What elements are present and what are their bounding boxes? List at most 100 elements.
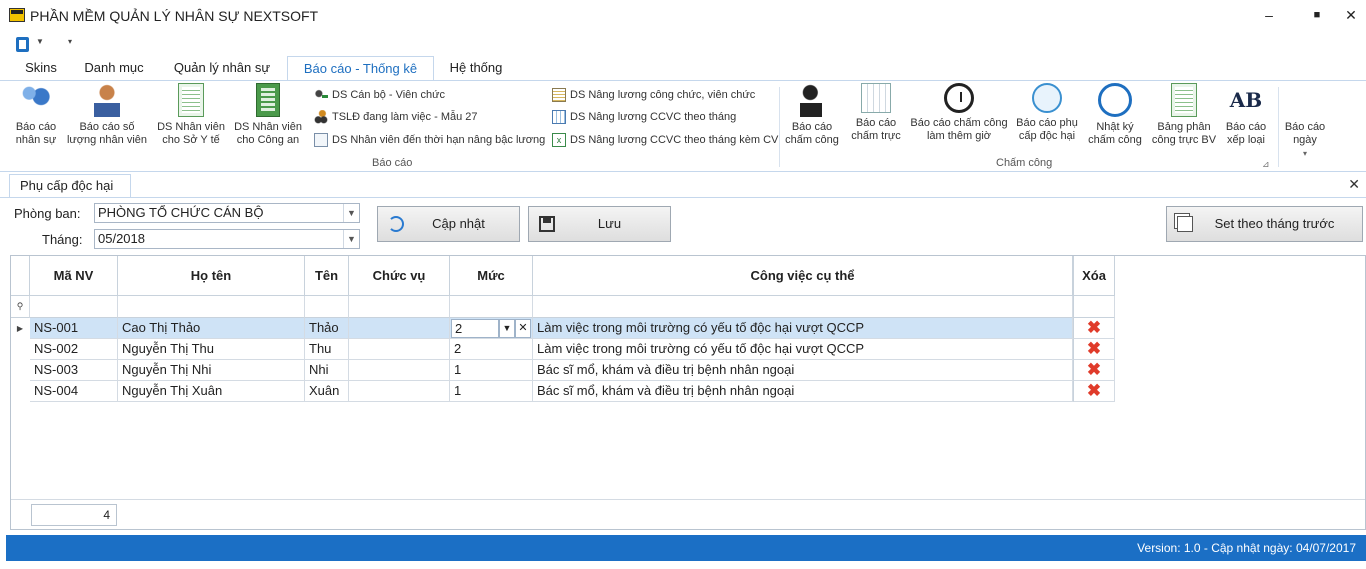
- tab-danh-muc[interactable]: Danh mục: [76, 56, 152, 80]
- ds-nhan-vien-so-y-te-button[interactable]: DS Nhân viên cho Sở Y tế: [154, 83, 228, 147]
- ds-nang-bac-luong-button[interactable]: DS Nhân viên đến thời hạn nâng bậc lương: [314, 131, 545, 149]
- close-document-icon[interactable]: ✕: [1348, 176, 1360, 193]
- filter-cong-viec[interactable]: [533, 296, 1073, 318]
- delete-row-icon[interactable]: ✖: [1073, 381, 1115, 402]
- update-button[interactable]: Cập nhật: [377, 206, 520, 242]
- bang-phan-cong-truc-button[interactable]: Bảng phân công trực BV: [1150, 83, 1218, 147]
- delete-row-icon[interactable]: ✖: [1073, 360, 1115, 381]
- department-label: Phòng ban:: [14, 206, 81, 221]
- department-combo[interactable]: PHÒNG TỔ CHỨC CÁN BỘ ▼: [94, 203, 360, 223]
- column-header-muc[interactable]: Mức: [450, 256, 533, 296]
- bao-cao-so-luong-nhan-vien-button[interactable]: Báo cáo số lượng nhân viên: [66, 83, 148, 147]
- cell-ma-nv[interactable]: NS-004: [30, 381, 118, 402]
- bao-cao-xep-loai-button[interactable]: AB Báo cáo xếp loại: [1222, 83, 1270, 147]
- cell-ten[interactable]: Nhi: [305, 360, 349, 381]
- workforce-icon: [314, 110, 328, 125]
- chevron-down-icon[interactable]: ▼: [343, 230, 359, 248]
- document-tab-phu-cap-doc-hai[interactable]: Phụ cấp độc hại: [9, 174, 131, 198]
- cell-ho-ten[interactable]: Cao Thị Thảo: [118, 318, 305, 339]
- cell-muc[interactable]: 1: [450, 360, 533, 381]
- column-header-cong-viec[interactable]: Công việc cụ thể: [533, 256, 1073, 296]
- filter-chuc-vu[interactable]: [349, 296, 450, 318]
- ds-nang-luong-cong-chuc-button[interactable]: DS Nâng lương công chức, viên chức: [552, 86, 755, 104]
- refresh-icon: [388, 216, 404, 232]
- month-value: 05/2018: [98, 231, 145, 246]
- bao-cao-nhan-su-button[interactable]: Báo cáo nhân sự: [10, 83, 62, 147]
- ds-nhan-vien-cong-an-button[interactable]: DS Nhân viên cho Công an: [232, 83, 304, 147]
- cell-chuc-vu[interactable]: [349, 381, 450, 402]
- set-previous-month-button[interactable]: Set theo tháng trước: [1166, 206, 1363, 242]
- filter-ten[interactable]: [305, 296, 349, 318]
- filter-ma-nv[interactable]: [30, 296, 118, 318]
- floppy-disk-icon: [539, 216, 555, 232]
- minimize-button[interactable]: –: [1254, 4, 1284, 26]
- tab-quan-ly-nhan-su[interactable]: Quản lý nhân sự: [162, 56, 282, 80]
- cell-ma-nv[interactable]: NS-001: [30, 318, 118, 339]
- filter-muc[interactable]: [450, 296, 533, 318]
- app-menu-dropdown-icon[interactable]: ▼: [36, 37, 44, 46]
- bao-cao-lam-them-gio-button[interactable]: Báo cáo chấm công làm thêm giờ: [908, 83, 1010, 143]
- delete-row-icon[interactable]: ✖: [1073, 318, 1115, 339]
- cell-ten[interactable]: Thu: [305, 339, 349, 360]
- bao-cao-phu-cap-doc-hai-button[interactable]: Báo cáo phụ cấp độc hại: [1014, 83, 1080, 143]
- ds-can-bo-vien-chuc-button[interactable]: DS Cán bộ - Viên chức: [314, 86, 445, 104]
- dropdown-arrow-icon: ▾: [1302, 149, 1307, 158]
- cell-ho-ten[interactable]: Nguyễn Thị Xuân: [118, 381, 305, 402]
- cell-chuc-vu[interactable]: [349, 360, 450, 381]
- chevron-down-icon[interactable]: ▼: [343, 204, 359, 222]
- column-header-xoa[interactable]: Xóa: [1073, 256, 1115, 296]
- tab-bao-cao-thong-ke[interactable]: Báo cáo - Thống kê: [287, 56, 434, 81]
- grid-footer-divider: [11, 499, 1365, 500]
- bao-cao-cham-truc-button[interactable]: Báo cáo chấm trực: [848, 83, 904, 143]
- cell-chuc-vu[interactable]: [349, 339, 450, 360]
- copy-icon: [1177, 216, 1193, 232]
- filter-xoa: [1073, 296, 1115, 318]
- column-header-ma-nv[interactable]: Mã NV: [30, 256, 118, 296]
- tab-he-thong[interactable]: Hệ thống: [440, 56, 512, 80]
- cell-muc[interactable]: 2: [450, 339, 533, 360]
- ribbon-panel: Báo cáo nhân sự Báo cáo số lượng nhân vi…: [0, 80, 1366, 172]
- department-value: PHÒNG TỔ CHỨC CÁN BỘ: [98, 205, 264, 220]
- cell-ho-ten[interactable]: Nguyễn Thị Nhi: [118, 360, 305, 381]
- column-header-ho-ten[interactable]: Họ tên: [118, 256, 305, 296]
- cell-cong-viec[interactable]: Bác sĩ mổ, khám và điều trị bệnh nhân ng…: [533, 360, 1073, 381]
- column-header-ten[interactable]: Tên: [305, 256, 349, 296]
- month-combo[interactable]: 05/2018 ▼: [94, 229, 360, 249]
- level-editor-input[interactable]: 2: [451, 319, 499, 338]
- ds-nang-luong-theo-thang-button[interactable]: DS Nâng lương CCVC theo tháng: [552, 108, 736, 126]
- ds-nang-luong-kem-cv-button[interactable]: x DS Nâng lương CCVC theo tháng kèm CV: [552, 131, 778, 149]
- cell-ho-ten[interactable]: Nguyễn Thị Thu: [118, 339, 305, 360]
- document-tab-divider: [0, 197, 1366, 198]
- bao-cao-cham-cong-button[interactable]: Báo cáo chấm công: [784, 83, 840, 147]
- app-menu-icon[interactable]: [16, 37, 29, 52]
- row-indicator-icon: ▶: [16, 324, 24, 333]
- cell-ten[interactable]: Xuân: [305, 381, 349, 402]
- chevron-down-icon[interactable]: ▼: [499, 319, 515, 338]
- save-button[interactable]: Lưu: [528, 206, 671, 242]
- tab-skins[interactable]: Skins: [16, 56, 66, 80]
- maximize-button[interactable]: ■: [1302, 4, 1332, 26]
- cell-ten[interactable]: Thảo: [305, 318, 349, 339]
- close-button[interactable]: ✕: [1336, 4, 1366, 26]
- tsld-mau-27-button[interactable]: TSLĐ đang làm việc - Mẫu 27: [314, 108, 478, 126]
- cell-cong-viec[interactable]: Bác sĩ mổ, khám và điều trị bệnh nhân ng…: [533, 381, 1073, 402]
- allowance-grid: Mã NV Họ tên Tên Chức vụ Mức Công việc c…: [10, 255, 1366, 530]
- column-header-chuc-vu[interactable]: Chức vụ: [349, 256, 450, 296]
- delete-row-icon[interactable]: ✖: [1073, 339, 1115, 360]
- cell-ma-nv[interactable]: NS-003: [30, 360, 118, 381]
- nhat-ky-cham-cong-button[interactable]: Nhật ký chấm công: [1084, 83, 1146, 147]
- customize-qat-icon[interactable]: ▾: [68, 37, 72, 46]
- cell-cong-viec[interactable]: Làm việc trong môi trường có yếu tố độc …: [533, 318, 1073, 339]
- hazard-allowance-icon: [1032, 83, 1062, 113]
- filter-ho-ten[interactable]: [118, 296, 305, 318]
- cell-muc[interactable]: 1: [450, 381, 533, 402]
- cell-cong-viec[interactable]: Làm việc trong môi trường có yếu tố độc …: [533, 339, 1073, 360]
- calendar-sheet-icon: [552, 110, 566, 125]
- bao-cao-ngay-button[interactable]: Báo cáo ngày ▾: [1280, 121, 1330, 160]
- clear-icon[interactable]: ✕: [515, 319, 531, 338]
- log-search-icon: [1098, 83, 1132, 117]
- group-launcher-icon[interactable]: ⊿: [1262, 155, 1270, 173]
- salary-raise-icon: [552, 88, 566, 103]
- cell-ma-nv[interactable]: NS-002: [30, 339, 118, 360]
- cell-chuc-vu[interactable]: [349, 318, 450, 339]
